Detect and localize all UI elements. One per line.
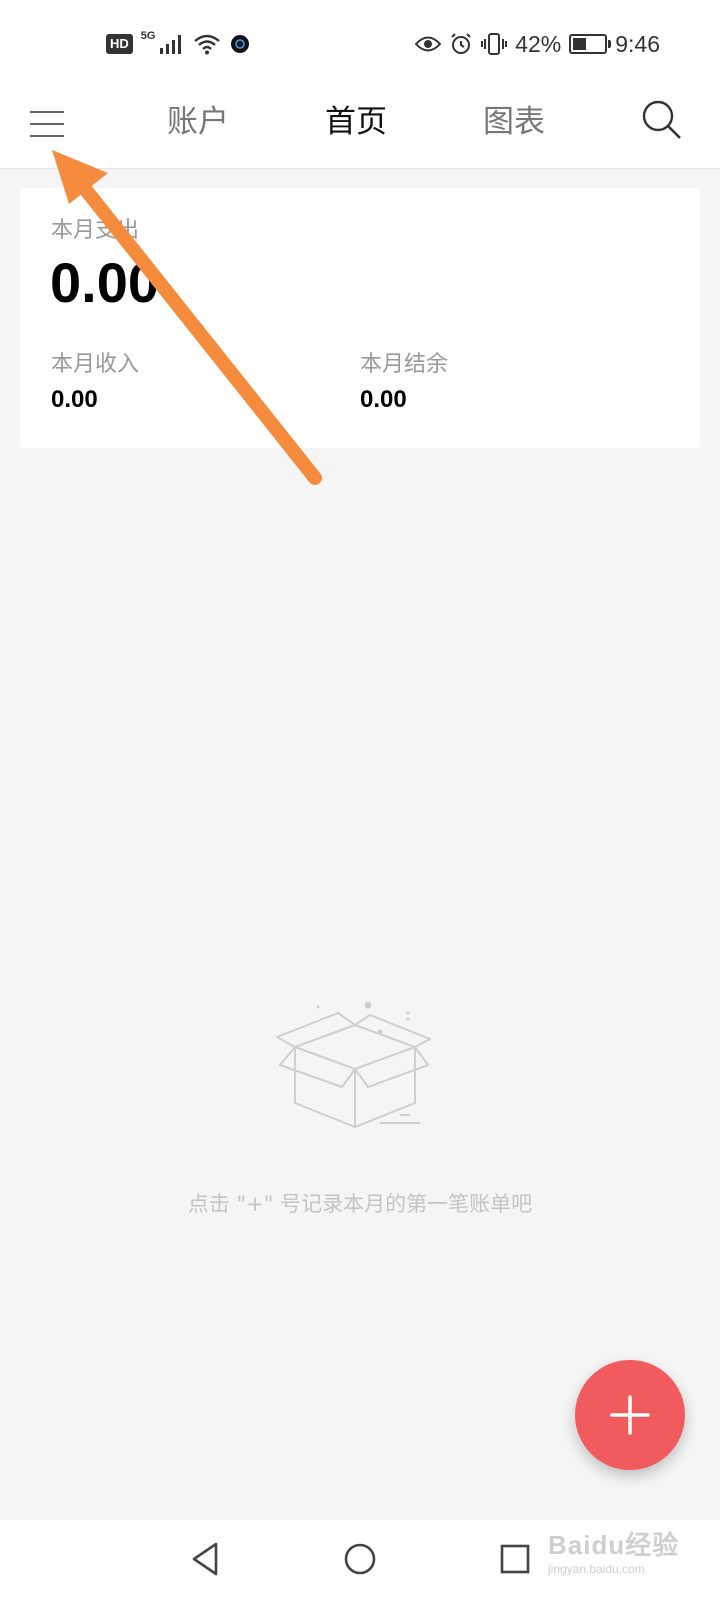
- home-icon[interactable]: [335, 1534, 385, 1584]
- status-left: HD 5G: [106, 30, 251, 58]
- hd-icon: HD: [106, 34, 133, 54]
- network-type-label: 5G: [140, 30, 156, 42]
- add-record-button[interactable]: [575, 1360, 685, 1470]
- recents-icon[interactable]: [490, 1534, 540, 1584]
- battery-icon: [569, 34, 612, 54]
- clock: 9:46: [615, 30, 660, 57]
- alarm-icon: [451, 33, 471, 54]
- wifi-icon: [194, 34, 221, 55]
- baidu-watermark: Baidu经验 jingyan.baidu.com: [548, 1528, 698, 1594]
- income-value: 0.00: [51, 386, 98, 413]
- empty-box-icon: [270, 995, 440, 1135]
- status-bar: HD 5G 42% 9:46: [0, 0, 720, 88]
- expense-value: 0.00: [50, 251, 159, 314]
- plus-icon: [610, 1395, 650, 1435]
- hamburger-menu-icon[interactable]: [28, 104, 68, 144]
- signal-icon: [160, 35, 182, 54]
- watermark-sub: jingyan.baidu.com: [548, 1562, 645, 1576]
- search-icon[interactable]: [640, 98, 684, 142]
- expense-label: 本月支出: [51, 218, 140, 243]
- battery-fill: [573, 38, 587, 50]
- watermark-main: Baidu经验: [548, 1530, 680, 1560]
- eye-icon: [415, 36, 442, 52]
- vibrate-icon: [481, 33, 508, 55]
- back-icon[interactable]: [180, 1534, 230, 1584]
- status-right: 42% 9:46: [415, 26, 660, 62]
- tab-charts[interactable]: 图表: [483, 100, 545, 144]
- income-label: 本月收入: [51, 352, 140, 377]
- balance-label: 本月结余: [360, 352, 449, 377]
- monthly-summary-card[interactable]: 本月支出 0.00 本月收入 本月结余 0.00 0.00: [20, 188, 700, 448]
- tab-accounts[interactable]: 账户: [167, 100, 229, 144]
- battery-percent: 42%: [515, 30, 562, 57]
- app-notification-icon: [231, 35, 250, 53]
- app-header: 账户 首页 图表: [0, 88, 720, 169]
- balance-value: 0.00: [360, 386, 407, 413]
- empty-hint: 点击 "+" 号记录本月的第一笔账单吧: [187, 1192, 533, 1216]
- tab-home[interactable]: 首页: [325, 100, 387, 144]
